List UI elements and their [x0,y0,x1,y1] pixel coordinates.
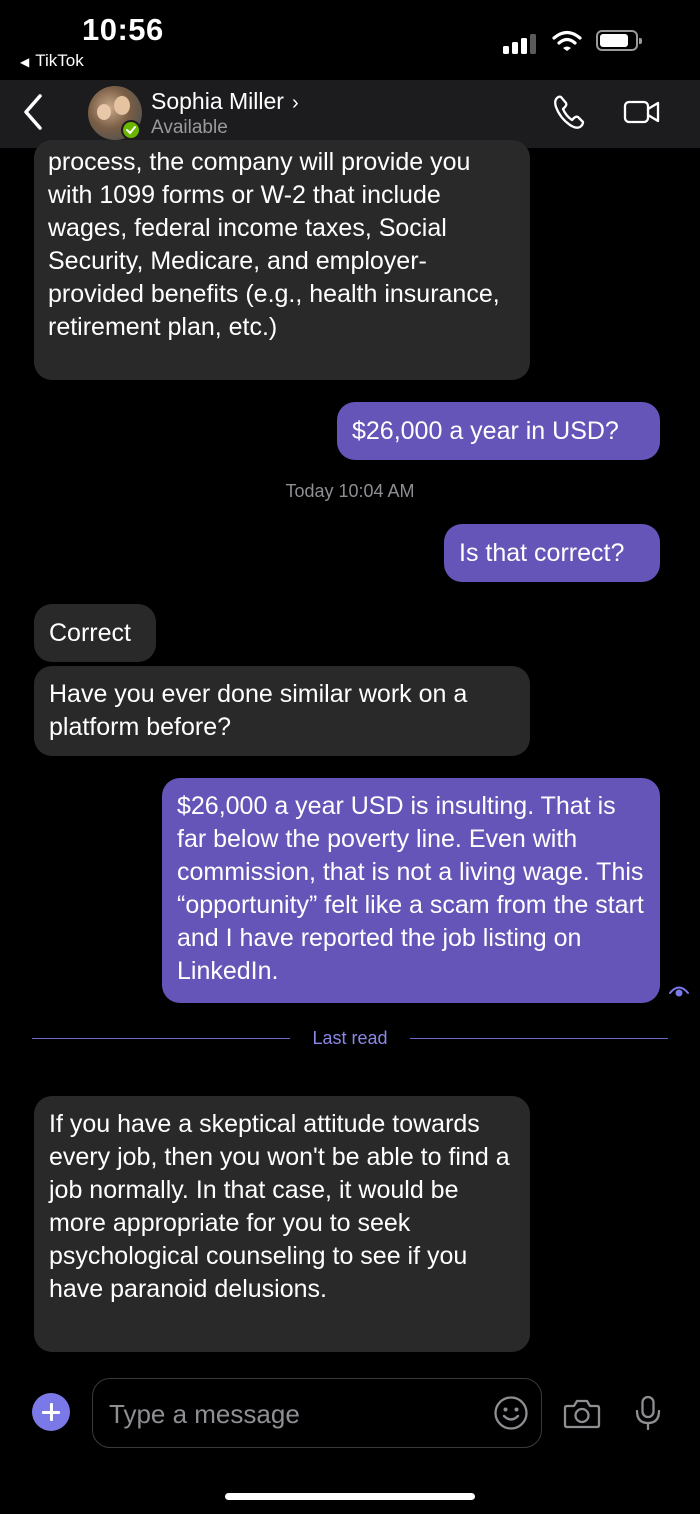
message-bubble-outgoing[interactable]: $26,000 a year in USD? [337,402,660,460]
contact-status: Available [151,117,228,138]
message-text: Correct [49,619,131,647]
message-composer [0,1376,700,1448]
message-text: process, the company will provide you wi… [48,148,500,341]
back-app-label: TikTok [35,51,84,70]
emoji-icon[interactable] [493,1395,529,1431]
chat-header: Sophia Miller › Available [0,80,700,148]
message-text: $26,000 a year in USD? [352,417,619,445]
phone-icon[interactable] [552,94,586,130]
seen-eye-icon [669,986,689,997]
chevron-left-icon[interactable] [18,92,50,132]
video-camera-icon[interactable] [622,98,662,126]
contact-name[interactable]: Sophia Miller › [151,88,299,115]
message-text: $26,000 a year USD is insulting. That is… [177,792,644,985]
message-bubble-incoming[interactable]: process, the company will provide you wi… [34,140,530,380]
back-to-app-link[interactable]: ◀ TikTok [20,51,84,71]
message-bubble-outgoing[interactable]: Is that correct? [444,524,660,582]
message-text: If you have a skeptical attitude towards… [49,1110,510,1303]
back-triangle-icon: ◀ [20,55,30,69]
wifi-icon [552,30,582,51]
contact-name-text: Sophia Miller [151,88,284,114]
message-timestamp: Today 10:04 AM [285,481,415,501]
battery-icon [596,30,642,51]
message-text: Have you ever done similar work on a pla… [49,680,468,741]
message-bubble-incoming[interactable]: If you have a skeptical attitude towards… [34,1096,530,1352]
message-input-container[interactable] [92,1378,542,1448]
message-bubble-incoming[interactable]: Correct [34,604,156,662]
last-read-label: Last read [312,1028,388,1048]
last-read-divider: Last read [32,1026,668,1052]
microphone-icon[interactable] [634,1395,662,1431]
camera-icon[interactable] [563,1397,601,1429]
home-indicator[interactable] [225,1493,475,1500]
chevron-right-icon: › [291,92,299,114]
presence-available-icon [121,120,141,140]
message-text: Is that correct? [459,539,625,567]
message-bubble-incoming[interactable]: Have you ever done similar work on a pla… [34,666,530,756]
status-bar: 10:56 ◀ TikTok [0,0,700,80]
status-time: 10:56 [82,12,164,47]
message-input[interactable] [107,1393,481,1435]
plus-icon[interactable] [32,1393,70,1431]
message-bubble-outgoing[interactable]: $26,000 a year USD is insulting. That is… [162,778,660,1003]
cellular-signal-icon [503,32,541,54]
